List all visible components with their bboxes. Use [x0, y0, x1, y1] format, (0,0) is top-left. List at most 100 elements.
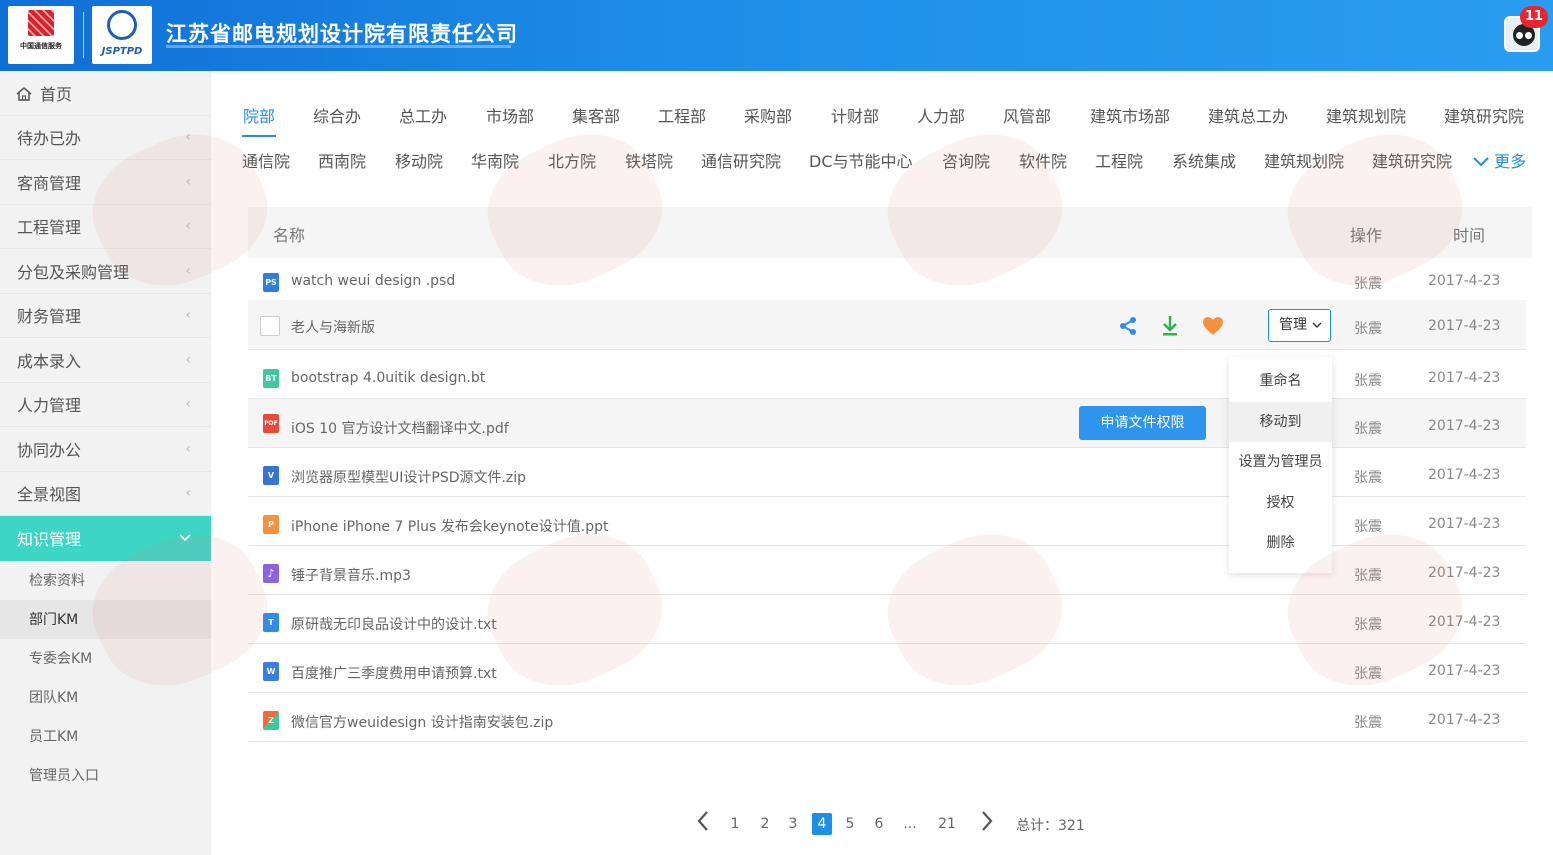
file-name[interactable]: 老人与海新版 [291, 317, 375, 337]
manage-dropdown-button[interactable]: 管理 [1268, 309, 1331, 342]
apply-permission-button[interactable]: 申请文件权限 [1079, 406, 1206, 440]
table-row[interactable]: Z 微信官方weuidesign 设计指南安装包.zip 张震 2017-4-2… [248, 693, 1526, 742]
table-row[interactable]: V 浏览器原型模型UI设计PSD源文件.zip 张震 2017-4-23 [248, 448, 1526, 497]
sidebar-subitem-team-km[interactable]: 团队KM [0, 678, 211, 717]
sidebar-subitem-admin-entry[interactable]: 管理员入口 [0, 756, 211, 795]
sidebar-subitem-committee-km[interactable]: 专委会KM [0, 639, 211, 678]
sidebar-item-knowledge[interactable]: 知识管理 [0, 516, 211, 561]
next-page-button[interactable] [980, 810, 994, 838]
file-owner: 张震 [1354, 519, 1382, 535]
share-icon[interactable] [1118, 316, 1138, 340]
sidebar-item-cost-entry[interactable]: 成本录入 ‹ [0, 338, 211, 383]
page-button-3[interactable]: 3 [783, 813, 803, 835]
tab-institute-6[interactable]: 通信研究院 [701, 148, 781, 172]
tab-department-9[interactable]: 风管部 [1003, 103, 1051, 127]
page-button-21[interactable]: 21 [937, 813, 957, 835]
file-date: 2017-4-23 [1428, 273, 1501, 289]
tab-department-8[interactable]: 人力部 [917, 103, 965, 127]
file-owner: 张震 [1354, 617, 1382, 633]
menu-item-delete[interactable]: 删除 [1229, 523, 1332, 564]
psd-file-icon: PS [263, 273, 279, 292]
tab-department-13[interactable]: 建筑研究院 [1444, 103, 1524, 127]
table-row[interactable]: P iPhone iPhone 7 Plus 发布会keynote设计值.ppt… [248, 497, 1526, 546]
tab-institute-11[interactable]: 系统集成 [1172, 148, 1236, 172]
logo-divider [83, 12, 84, 58]
tab-department-3[interactable]: 市场部 [486, 103, 534, 127]
more-tabs-button[interactable]: 更多 [1473, 148, 1526, 172]
menu-item-move-to[interactable]: 移动到 [1229, 401, 1332, 442]
file-name[interactable]: 锤子背景音乐.mp3 [291, 565, 411, 585]
tab-institute-3[interactable]: 华南院 [471, 148, 519, 172]
download-icon[interactable] [1160, 315, 1180, 341]
active-tab-underline [242, 135, 276, 137]
tab-institute-13[interactable]: 建筑研究院 [1372, 148, 1452, 172]
table-row-selected[interactable]: 老人与海新版 张震 2017-4-23 [248, 300, 1526, 350]
menu-item-rename[interactable]: 重命名 [1229, 361, 1332, 402]
tab-department-0[interactable]: 院部 [243, 103, 275, 127]
file-name[interactable]: 微信官方weuidesign 设计指南安装包.zip [291, 712, 553, 732]
sidebar-item-todo[interactable]: 待办已办 ‹ [0, 116, 211, 160]
page-button-6[interactable]: 6 [869, 813, 889, 835]
tab-department-12[interactable]: 建筑规划院 [1326, 103, 1406, 127]
tab-institute-9[interactable]: 软件院 [1019, 148, 1067, 172]
sidebar-item-customers[interactable]: 客商管理 ‹ [0, 160, 211, 205]
tab-institute-7[interactable]: DC与节能中心 [809, 148, 913, 172]
tab-department-6[interactable]: 采购部 [744, 103, 792, 127]
tab-institute-0[interactable]: 通信院 [242, 148, 290, 172]
sidebar-item-office[interactable]: 协同办公 ‹ [0, 427, 211, 472]
sidebar-item-procurement[interactable]: 分包及采购管理 ‹ [0, 249, 211, 294]
sidebar-item-projects[interactable]: 工程管理 ‹ [0, 205, 211, 249]
tab-institute-2[interactable]: 移动院 [395, 148, 443, 172]
file-date: 2017-4-23 [1428, 418, 1501, 434]
tab-institute-1[interactable]: 西南院 [318, 148, 366, 172]
sidebar-item-home[interactable]: 首页 [0, 71, 211, 116]
file-name[interactable]: iPhone iPhone 7 Plus 发布会keynote设计值.ppt [291, 516, 608, 536]
tab-department-5[interactable]: 工程部 [658, 103, 706, 127]
tab-department-7[interactable]: 计财部 [831, 103, 879, 127]
menu-item-set-admin[interactable]: 设置为管理员 [1229, 442, 1332, 483]
tab-institute-4[interactable]: 北方院 [548, 148, 596, 172]
page-button-1[interactable]: 1 [725, 813, 745, 835]
table-row[interactable]: PDF iOS 10 官方设计文档翻译中文.pdf 张震 2017-4-23 [248, 399, 1526, 448]
page-button-2[interactable]: 2 [755, 813, 775, 835]
prev-page-button[interactable] [696, 810, 710, 838]
tab-department-10[interactable]: 建筑市场部 [1090, 103, 1170, 127]
page-button-4-current[interactable]: 4 [812, 813, 832, 835]
table-row[interactable]: ♪ 锤子背景音乐.mp3 张震 2017-4-23 [248, 546, 1526, 595]
table-row[interactable]: BT bootstrap 4.0uitik design.bt 张震 2017-… [248, 350, 1526, 399]
chevron-down-icon [1312, 310, 1322, 341]
table-row[interactable]: W 百度推广三季度费用申请预算.txt 张震 2017-4-23 [248, 644, 1528, 693]
file-name[interactable]: 浏览器原型模型UI设计PSD源文件.zip [291, 467, 526, 487]
tab-department-4[interactable]: 集客部 [572, 103, 620, 127]
page-button-5[interactable]: 5 [840, 813, 860, 835]
notification-badge[interactable]: 11 [1520, 6, 1549, 28]
sidebar-item-label: 分包及采购管理 [17, 262, 130, 282]
sidebar-item-panorama[interactable]: 全景视图 ‹ [0, 472, 211, 516]
sidebar-subitem-search[interactable]: 检索资料 [0, 561, 211, 600]
zip-file-icon: V [263, 466, 279, 485]
menu-item-authorize[interactable]: 授权 [1229, 483, 1332, 524]
tab-institute-8[interactable]: 咨询院 [942, 148, 990, 172]
file-name[interactable]: 原研哉无印良品设计中的设计.txt [291, 614, 497, 634]
file-name[interactable]: iOS 10 官方设计文档翻译中文.pdf [291, 418, 509, 438]
china-comservice-logo-mark [28, 10, 54, 36]
file-owner: 张震 [1354, 666, 1382, 682]
favorite-heart-icon[interactable] [1202, 316, 1224, 340]
file-name[interactable]: watch weui design .psd [291, 273, 455, 289]
sidebar-subitem-department-km[interactable]: 部门KM [0, 599, 211, 639]
tab-institute-5[interactable]: 铁塔院 [625, 148, 673, 172]
table-row[interactable]: T 原研哉无印良品设计中的设计.txt 张震 2017-4-23 [248, 595, 1526, 644]
tab-institute-10[interactable]: 工程院 [1095, 148, 1143, 172]
file-name[interactable]: 百度推广三季度费用申请预算.txt [291, 663, 497, 683]
tab-institute-12[interactable]: 建筑规划院 [1264, 148, 1344, 172]
sidebar-subitem-employee-km[interactable]: 员工KM [0, 717, 211, 756]
txt-file-icon: T [263, 613, 279, 632]
tab-department-2[interactable]: 总工办 [399, 103, 447, 127]
tab-department-11[interactable]: 建筑总工办 [1208, 103, 1288, 127]
sidebar-item-hr[interactable]: 人力管理 ‹ [0, 383, 211, 427]
ppt-file-icon: P [263, 515, 279, 534]
row-checkbox[interactable] [260, 316, 280, 336]
sidebar-item-finance[interactable]: 财务管理 ‹ [0, 294, 211, 338]
tab-department-1[interactable]: 综合办 [313, 103, 361, 127]
file-name[interactable]: bootstrap 4.0uitik design.bt [291, 370, 485, 386]
